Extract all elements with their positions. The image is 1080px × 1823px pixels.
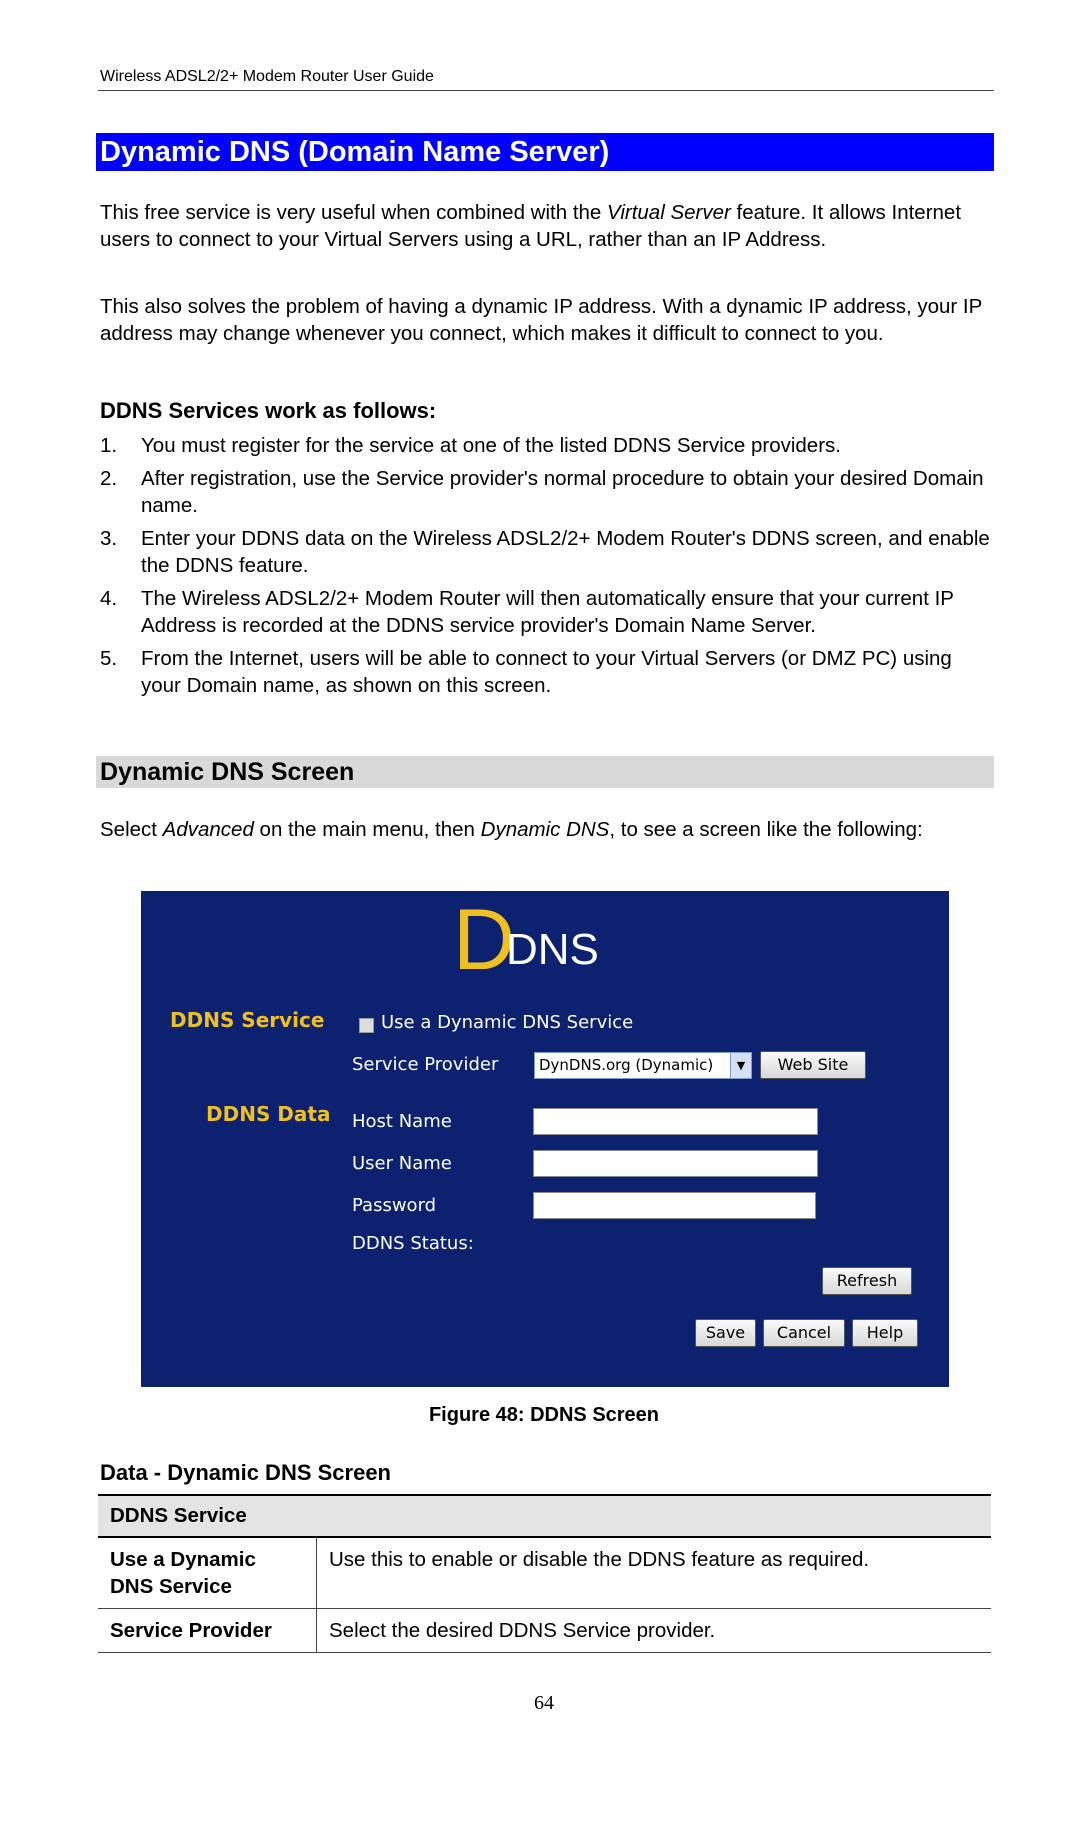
ddns-logo-text: DNS — [506, 925, 599, 974]
use-ddns-label: Use a Dynamic DNS Service — [381, 1012, 634, 1033]
refresh-button[interactable]: Refresh — [822, 1267, 912, 1295]
table-value: Use this to enable or disable the DDNS f… — [316, 1537, 991, 1609]
list-item: 3. Enter your DDNS data on the Wireless A… — [100, 525, 992, 579]
password-label: Password — [352, 1195, 437, 1216]
page-title: Dynamic DNS (Domain Name Server) — [96, 133, 994, 171]
table-row: Use a Dynamic DNS Service Use this to en… — [98, 1537, 991, 1609]
emphasis: Virtual Server — [607, 201, 731, 224]
item-text: You must register for the service at one… — [141, 434, 841, 457]
page-number: 64 — [534, 1692, 554, 1714]
item-number: 3. — [100, 527, 118, 550]
table-key: Service Provider — [98, 1608, 317, 1653]
item-text: After registration, use the Service prov… — [141, 467, 984, 517]
text: , to see a screen like the following: — [609, 818, 923, 841]
item-number: 1. — [100, 434, 118, 457]
header-divider — [98, 90, 994, 91]
list-item: 2. After registration, use the Service pr… — [100, 465, 992, 519]
help-button[interactable]: Help — [852, 1319, 918, 1347]
ddns-data-label: DDNS Data — [206, 1102, 331, 1126]
table-key: Use a Dynamic DNS Service — [98, 1537, 317, 1609]
use-ddns-checkbox[interactable] — [359, 1018, 374, 1033]
emphasis: Advanced — [162, 818, 254, 841]
section-heading: Dynamic DNS Screen — [96, 756, 994, 788]
table-row: Service Provider Select the desired DDNS… — [98, 1608, 991, 1653]
selected-value: DynDNS.org (Dynamic) — [539, 1056, 714, 1074]
item-number: 5. — [100, 647, 118, 670]
list-item: 1. You must register for the service at o… — [100, 432, 992, 459]
text: Select — [100, 818, 163, 841]
ddns-status-label: DDNS Status: — [352, 1233, 474, 1254]
text: This free service is very useful when co… — [100, 201, 608, 224]
user-name-input[interactable] — [533, 1150, 818, 1177]
save-button[interactable]: Save — [695, 1319, 756, 1347]
host-name-label: Host Name — [352, 1111, 452, 1132]
text: on the main menu, then — [253, 818, 481, 841]
table-section-header: DDNS Service — [98, 1494, 991, 1538]
item-number: 2. — [100, 467, 118, 490]
list-item: 4. The Wireless ADSL2/2+ Modem Router wil… — [100, 585, 992, 639]
how-heading: DDNS Services work as follows: — [100, 398, 437, 423]
table-value: Select the desired DDNS Service provider… — [316, 1608, 991, 1653]
steps-list: 1. You must register for the service at o… — [100, 432, 992, 705]
ddns-screenshot: D DNS DDNS Service Use a Dynamic DNS Ser… — [141, 891, 949, 1387]
chevron-down-icon[interactable]: ▼ — [730, 1053, 751, 1078]
ddns-service-label: DDNS Service — [170, 1008, 325, 1032]
item-text: Enter your DDNS data on the Wireless ADS… — [141, 527, 990, 577]
cancel-button[interactable]: Cancel — [763, 1319, 845, 1347]
figure-caption: Figure 48: DDNS Screen — [428, 1404, 660, 1426]
password-input[interactable] — [533, 1192, 816, 1219]
service-provider-select[interactable]: DynDNS.org (Dynamic) ▼ — [534, 1052, 752, 1079]
table-section-row: DDNS Service — [98, 1494, 991, 1538]
data-table: DDNS Service Use a Dynamic DNS Service U… — [98, 1494, 991, 1653]
service-provider-label: Service Provider — [352, 1054, 499, 1075]
item-number: 4. — [100, 587, 118, 610]
item-text: The Wireless ADSL2/2+ Modem Router will … — [141, 587, 954, 637]
list-item: 5. From the Internet, users will be able … — [100, 645, 992, 699]
intro-paragraph-1: This free service is very useful when co… — [100, 199, 992, 253]
screen-intro-paragraph: Select Advanced on the main menu, then D… — [100, 816, 992, 843]
intro-paragraph-2: This also solves the problem of having a… — [100, 295, 982, 345]
web-site-button[interactable]: Web Site — [760, 1051, 866, 1079]
emphasis: Dynamic DNS — [480, 818, 610, 841]
data-heading: Data - Dynamic DNS Screen — [100, 1460, 391, 1485]
user-name-label: User Name — [352, 1153, 452, 1174]
item-text: From the Internet, users will be able to… — [141, 647, 952, 697]
running-header: Wireless ADSL2/2+ Modem Router User Guid… — [100, 68, 434, 85]
host-name-input[interactable] — [533, 1108, 818, 1135]
